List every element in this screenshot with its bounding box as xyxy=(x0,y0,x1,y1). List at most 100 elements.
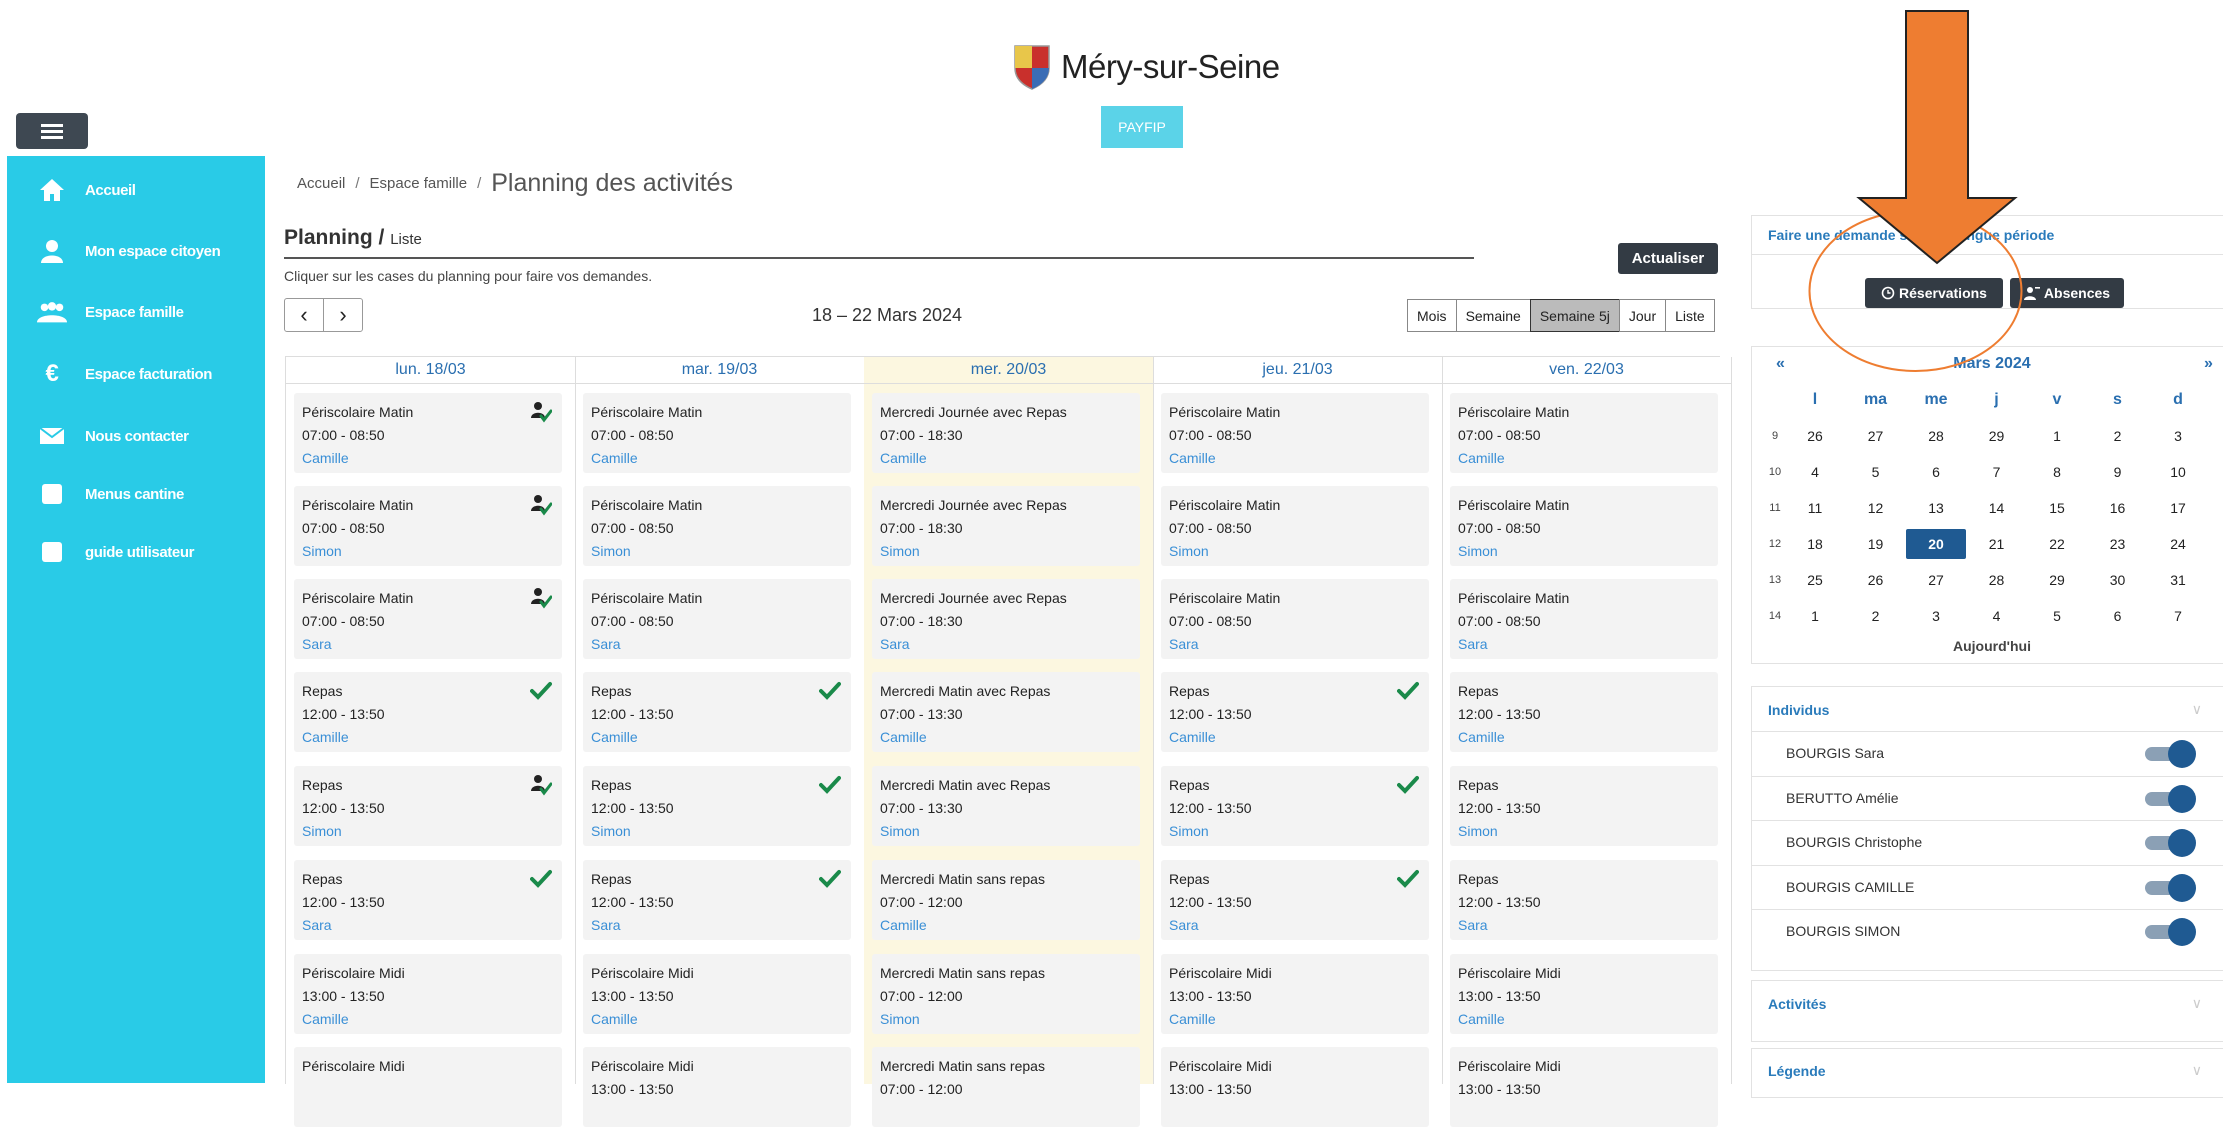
planning-event[interactable]: Périscolaire Matin 07:00 - 08:50 Simon xyxy=(1450,486,1718,566)
planning-event[interactable]: Périscolaire Matin 07:00 - 08:50 Simon xyxy=(583,486,851,566)
mini-calendar-day[interactable]: 9 xyxy=(2088,457,2148,487)
day-header[interactable]: jeu. 21/03 xyxy=(1153,357,1442,384)
planning-event[interactable]: Périscolaire Midi 13:00 - 13:50 Camille xyxy=(1161,954,1429,1034)
mini-calendar-day[interactable]: 3 xyxy=(2148,421,2208,451)
planning-event[interactable]: Repas 12:00 - 13:50 Simon xyxy=(583,766,851,846)
previous-week-button[interactable]: ‹ xyxy=(284,298,324,332)
individual-toggle[interactable] xyxy=(2145,873,2196,902)
planning-event[interactable]: Mercredi Matin avec Repas 07:00 - 13:30 Ca… xyxy=(872,672,1140,752)
sidebar-item-espace-famille[interactable]: Espace famille xyxy=(37,292,184,332)
planning-event[interactable]: Périscolaire Midi xyxy=(294,1047,562,1127)
sidebar-item-guide-utilisateur[interactable]: guide utilisateur xyxy=(37,532,194,572)
mini-calendar-day[interactable]: 6 xyxy=(2088,601,2148,631)
planning-event[interactable]: Périscolaire Midi 13:00 - 13:50 Camille xyxy=(583,954,851,1034)
mini-calendar-day[interactable]: 4 xyxy=(1967,601,2027,631)
mini-calendar-day[interactable]: 5 xyxy=(2027,601,2087,631)
planning-event[interactable]: Repas 12:00 - 13:50 Camille xyxy=(1450,672,1718,752)
mini-calendar-day[interactable]: 2 xyxy=(1846,601,1906,631)
mini-calendar-day[interactable]: 25 xyxy=(1785,565,1845,595)
planning-event[interactable]: Repas 12:00 - 13:50 Camille xyxy=(294,672,562,752)
mini-calendar-day[interactable]: 2 xyxy=(2088,421,2148,451)
sidebar-item-espace-facturation[interactable]: € Espace facturation xyxy=(37,354,213,394)
individual-toggle[interactable] xyxy=(2145,829,2196,857)
planning-event[interactable]: Périscolaire Midi 13:00 - 13:50 xyxy=(1161,1047,1429,1127)
individual-toggle[interactable] xyxy=(2145,784,2196,813)
planning-event[interactable]: Périscolaire Matin 07:00 - 08:50 Simon xyxy=(294,486,562,566)
chevron-down-icon[interactable]: ∨ xyxy=(2192,995,2202,1012)
mini-calendar-day[interactable]: 15 xyxy=(2027,493,2087,523)
mini-calendar-day[interactable]: 29 xyxy=(1967,421,2027,451)
today-button[interactable]: Aujourd'hui xyxy=(1752,638,2223,654)
view-semaine-5j-button[interactable]: Semaine 5j xyxy=(1529,299,1620,332)
breadcrumb-family-link[interactable]: Espace famille xyxy=(370,175,468,192)
planning-event[interactable]: Repas 12:00 - 13:50 Sara xyxy=(1450,860,1718,940)
refresh-button[interactable]: Actualiser xyxy=(1618,243,1718,274)
mini-calendar-day[interactable]: 7 xyxy=(1967,457,2027,487)
mini-calendar-day[interactable]: 21 xyxy=(1967,529,2027,559)
planning-event[interactable]: Périscolaire Midi 13:00 - 13:50 xyxy=(583,1047,851,1127)
planning-event[interactable]: Périscolaire Matin 07:00 - 08:50 Camille xyxy=(1450,393,1718,473)
mini-calendar-day[interactable]: 27 xyxy=(1846,421,1906,451)
mini-calendar-next-button[interactable]: » xyxy=(2204,355,2213,373)
mini-calendar-day[interactable]: 1 xyxy=(1785,601,1845,631)
sidebar-item-accueil[interactable]: Accueil xyxy=(37,170,136,210)
day-header[interactable]: mar. 19/03 xyxy=(575,357,864,384)
mini-calendar-day[interactable]: 17 xyxy=(2148,493,2208,523)
mini-calendar-day[interactable]: 30 xyxy=(2088,565,2148,595)
mini-calendar-day[interactable]: 1 xyxy=(2027,421,2087,451)
mini-calendar-day[interactable]: 31 xyxy=(2148,565,2208,595)
mini-calendar-day[interactable]: 10 xyxy=(2148,457,2208,487)
planning-event[interactable]: Périscolaire Midi 13:00 - 13:50 Camille xyxy=(1450,954,1718,1034)
mini-calendar-day[interactable]: 3 xyxy=(1906,601,1966,631)
planning-event[interactable]: Mercredi Matin sans repas 07:00 - 12:00 Si… xyxy=(872,954,1140,1034)
planning-event[interactable]: Repas 12:00 - 13:50 Sara xyxy=(294,860,562,940)
day-header[interactable]: mer. 20/03 xyxy=(864,357,1153,384)
activities-panel[interactable]: Activités ∨ xyxy=(1751,980,2223,1042)
planning-event[interactable]: Mercredi Journée avec Repas 07:00 - 18:30… xyxy=(872,393,1140,473)
mini-calendar-day[interactable]: 16 xyxy=(2088,493,2148,523)
next-week-button[interactable]: › xyxy=(323,298,363,332)
view-liste-button[interactable]: Liste xyxy=(1665,299,1715,332)
view-mois-button[interactable]: Mois xyxy=(1407,299,1457,332)
mini-calendar-day[interactable]: 27 xyxy=(1906,565,1966,595)
breadcrumb-home-link[interactable]: Accueil xyxy=(297,175,345,192)
planning-event[interactable]: Périscolaire Midi 13:00 - 13:50 Camille xyxy=(294,954,562,1034)
planning-event[interactable]: Repas 12:00 - 13:50 Sara xyxy=(583,860,851,940)
mini-calendar-day[interactable]: 28 xyxy=(1906,421,1966,451)
absences-button[interactable]: Absences xyxy=(2010,278,2124,308)
sidebar-item-mon-espace-citoyen[interactable]: Mon espace citoyen xyxy=(37,231,221,271)
sidebar-item-nous-contacter[interactable]: Nous contacter xyxy=(37,416,189,456)
mini-calendar-day[interactable]: 13 xyxy=(1906,493,1966,523)
mini-calendar-day[interactable]: 8 xyxy=(2027,457,2087,487)
planning-event[interactable]: Repas 12:00 - 13:50 Camille xyxy=(1161,672,1429,752)
mini-calendar-day[interactable]: 26 xyxy=(1846,565,1906,595)
mini-calendar-day[interactable]: 4 xyxy=(1785,457,1845,487)
mini-calendar-day[interactable]: 19 xyxy=(1846,529,1906,559)
payfip-button[interactable]: PAYFIP xyxy=(1101,106,1183,148)
planning-event[interactable]: Périscolaire Matin 07:00 - 08:50 Simon xyxy=(1161,486,1429,566)
menu-toggle-button[interactable] xyxy=(16,113,88,149)
mini-calendar-day[interactable]: 24 xyxy=(2148,529,2208,559)
chevron-down-icon[interactable]: ∨ xyxy=(2192,1062,2202,1079)
day-header[interactable]: lun. 18/03 xyxy=(286,357,575,384)
planning-event[interactable]: Périscolaire Matin 07:00 - 08:50 Sara xyxy=(1161,579,1429,659)
sidebar-item-menus-cantine[interactable]: Menus cantine xyxy=(37,474,184,514)
individual-toggle[interactable] xyxy=(2145,740,2196,768)
mini-calendar-day[interactable]: 12 xyxy=(1846,493,1906,523)
planning-event[interactable]: Périscolaire Matin 07:00 - 08:50 Sara xyxy=(583,579,851,659)
individuals-title[interactable]: Individus xyxy=(1768,702,1829,718)
site-logo[interactable]: Méry-sur-Seine xyxy=(1013,42,1280,92)
individual-toggle[interactable] xyxy=(2145,918,2196,946)
view-jour-button[interactable]: Jour xyxy=(1618,299,1667,332)
mini-calendar-day[interactable]: 22 xyxy=(2027,529,2087,559)
view-semaine-button[interactable]: Semaine xyxy=(1455,299,1531,332)
planning-event[interactable]: Repas 12:00 - 13:50 Simon xyxy=(1450,766,1718,846)
mini-calendar-day[interactable]: 6 xyxy=(1906,457,1966,487)
planning-event[interactable]: Périscolaire Matin 07:00 - 08:50 Camille xyxy=(583,393,851,473)
planning-event[interactable]: Périscolaire Matin 07:00 - 08:50 Sara xyxy=(294,579,562,659)
day-header[interactable]: ven. 22/03 xyxy=(1442,357,1731,384)
legend-panel[interactable]: Légende ∨ xyxy=(1751,1048,2223,1098)
planning-event[interactable]: Périscolaire Midi 13:00 - 13:50 xyxy=(1450,1047,1718,1127)
planning-event[interactable]: Mercredi Journée avec Repas 07:00 - 18:30… xyxy=(872,579,1140,659)
mini-calendar-day[interactable]: 14 xyxy=(1967,493,2027,523)
